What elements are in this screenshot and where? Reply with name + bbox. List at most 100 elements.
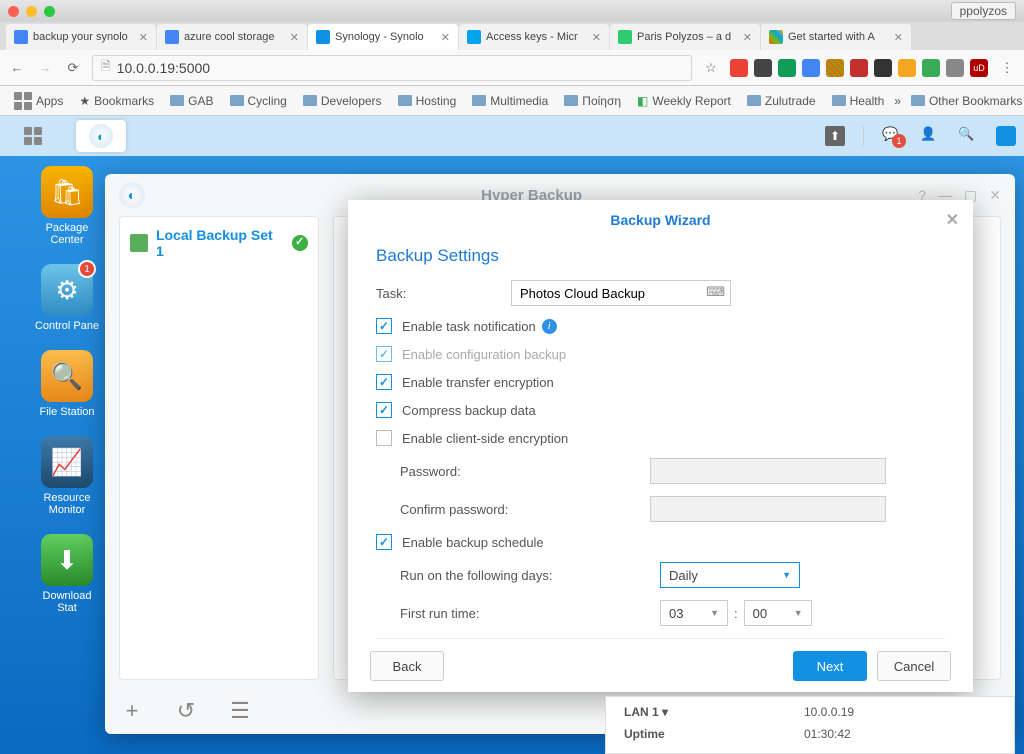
close-tab-icon[interactable]: ✕ — [592, 31, 601, 44]
tab-label: azure cool storage — [184, 31, 275, 43]
ublock-icon[interactable]: uD — [970, 59, 988, 77]
lastpass-icon[interactable] — [850, 59, 868, 77]
hour-select[interactable]: 03▼ — [660, 600, 728, 626]
bookmark-folder[interactable]: Ποίηση — [558, 92, 627, 110]
star-icon[interactable]: ☆ — [702, 59, 720, 77]
show-desktop-button[interactable] — [8, 120, 58, 152]
search-icon[interactable]: 🔍 — [958, 126, 978, 146]
browser-tab[interactable]: Get started with A ✕ — [761, 24, 911, 50]
desktop-icon-control-panel[interactable]: ⚙1Control Pane — [32, 264, 102, 332]
bookmark-label: Health — [850, 94, 885, 108]
bookmark-folder[interactable]: Zulutrade — [741, 92, 822, 110]
close-icon[interactable]: ✕ — [946, 210, 959, 230]
ext-icon[interactable] — [826, 59, 844, 77]
browser-tab[interactable]: Access keys - Micr ✕ — [459, 24, 609, 50]
close-icon[interactable]: ✕ — [989, 187, 1001, 204]
bookmark-item[interactable]: ★ Bookmarks — [73, 92, 160, 110]
menu-icon[interactable]: ⋮ — [998, 59, 1016, 77]
cancel-button[interactable]: Cancel — [877, 651, 951, 681]
compress-backup-checkbox[interactable] — [376, 402, 392, 418]
taskbar-app-hyperbackup[interactable]: ◐ — [76, 120, 126, 152]
bookmark-item[interactable]: ◧ Weekly Report — [631, 92, 737, 110]
apps-button[interactable]: Apps — [8, 90, 69, 112]
first-run-label: First run time: — [400, 606, 660, 621]
bookmark-folder[interactable]: Developers — [297, 92, 388, 110]
pocket-icon[interactable] — [754, 59, 772, 77]
close-tab-icon[interactable]: ✕ — [743, 31, 752, 44]
bookmark-folder[interactable]: GAB — [164, 92, 219, 110]
tab-label: Access keys - Micr — [486, 31, 578, 43]
close-window-icon[interactable] — [8, 6, 19, 17]
info-icon[interactable]: i — [542, 319, 557, 334]
back-icon[interactable]: ← — [8, 59, 26, 77]
close-tab-icon[interactable]: ✕ — [290, 31, 299, 44]
uptime-value: 01:30:42 — [804, 727, 851, 741]
bookmark-folder[interactable]: Hosting — [392, 92, 463, 110]
maximize-window-icon[interactable] — [44, 6, 55, 17]
bookmark-folder[interactable]: Health — [826, 92, 891, 110]
bookmark-folder[interactable]: Multimedia — [466, 92, 554, 110]
dsm-taskbar: ◐ ⬆ 💬1 👤 🔍 — [0, 116, 1024, 156]
desktop-icon-download-station[interactable]: ⬇Download Stat — [32, 534, 102, 614]
ext-icon[interactable] — [802, 59, 820, 77]
task-icon — [130, 234, 148, 252]
enable-schedule-checkbox[interactable] — [376, 534, 392, 550]
chat-icon[interactable]: 💬1 — [882, 126, 902, 146]
widgets-icon[interactable] — [996, 126, 1016, 146]
frequency-select[interactable]: Daily▼ — [660, 562, 800, 588]
close-tab-icon[interactable]: ✕ — [441, 31, 450, 44]
task-name-input[interactable] — [511, 280, 731, 306]
ext-icon[interactable] — [778, 59, 796, 77]
backup-task-item[interactable]: Local Backup Set 1 — [130, 227, 308, 259]
upload-icon[interactable]: ⬆ — [825, 126, 845, 146]
wizard-body: Backup Settings Task: ⌨ Enable task noti… — [348, 240, 973, 640]
browser-tab[interactable]: Paris Polyzos – a d✕ — [610, 24, 760, 50]
keyboard-icon[interactable]: ⌨ — [706, 284, 725, 300]
gmail-icon[interactable] — [730, 59, 748, 77]
overflow-icon[interactable]: » — [894, 94, 901, 108]
tab-label: Get started with A — [788, 31, 875, 43]
browser-tab[interactable]: backup your synolo✕ — [6, 24, 156, 50]
reload-icon[interactable]: ⟳ — [64, 59, 82, 77]
close-tab-icon[interactable]: ✕ — [139, 31, 148, 44]
enable-transfer-encryption-checkbox[interactable] — [376, 374, 392, 390]
version-history-button[interactable]: ↺ — [173, 698, 199, 724]
ext-icon[interactable] — [898, 59, 916, 77]
user-icon[interactable]: 👤 — [920, 126, 940, 146]
add-task-button[interactable]: + — [119, 698, 145, 724]
profile-button[interactable]: ppolyzos — [951, 2, 1016, 20]
divider — [863, 126, 864, 146]
traffic-lights[interactable] — [8, 6, 55, 17]
desktop-icon-package-center[interactable]: 🛍Package Center — [32, 166, 102, 246]
bookmark-label: Cycling — [248, 94, 287, 108]
folder-icon — [911, 95, 925, 106]
macos-titlebar: ppolyzos — [0, 0, 1024, 22]
url-input[interactable]: 🗎 10.0.0.19:5000 — [92, 55, 692, 81]
bookmarks-bar: Apps ★ Bookmarks GAB Cycling Developers … — [0, 86, 1024, 116]
browser-tab-active[interactable]: Synology - Synolo✕ — [308, 24, 458, 50]
apps-icon — [14, 92, 32, 110]
client-side-encryption-checkbox[interactable] — [376, 430, 392, 446]
minimize-window-icon[interactable] — [26, 6, 37, 17]
bookmark-label: Developers — [321, 94, 382, 108]
back-button[interactable]: Back — [370, 651, 444, 681]
next-button[interactable]: Next — [793, 651, 867, 681]
ext-icon[interactable] — [874, 59, 892, 77]
desktop-icon-file-station[interactable]: 🔍File Station — [32, 350, 102, 418]
icon-label: Package Center — [32, 222, 102, 246]
bookmark-folder[interactable]: Other Bookmarks — [905, 92, 1024, 110]
ext-icon[interactable] — [946, 59, 964, 77]
backup-wizard-modal: Backup Wizard ✕ Backup Settings Task: ⌨ … — [348, 200, 973, 692]
desktop-icon-resource-monitor[interactable]: 📈Resource Monitor — [32, 436, 102, 516]
logs-button[interactable]: ☰ — [227, 698, 253, 724]
enable-notification-checkbox[interactable] — [376, 318, 392, 334]
browser-tab[interactable]: azure cool storage ✕ — [157, 24, 307, 50]
download-station-icon: ⬇ — [41, 534, 93, 586]
hyperbackup-icon: ◐ — [89, 124, 113, 148]
bookmark-folder[interactable]: Cycling — [224, 92, 293, 110]
ext-icon[interactable] — [922, 59, 940, 77]
forward-icon[interactable]: → — [36, 59, 54, 77]
minute-select[interactable]: 00▼ — [744, 600, 812, 626]
lan-label[interactable]: LAN 1 ▾ — [624, 705, 804, 719]
close-tab-icon[interactable]: ✕ — [894, 31, 903, 44]
